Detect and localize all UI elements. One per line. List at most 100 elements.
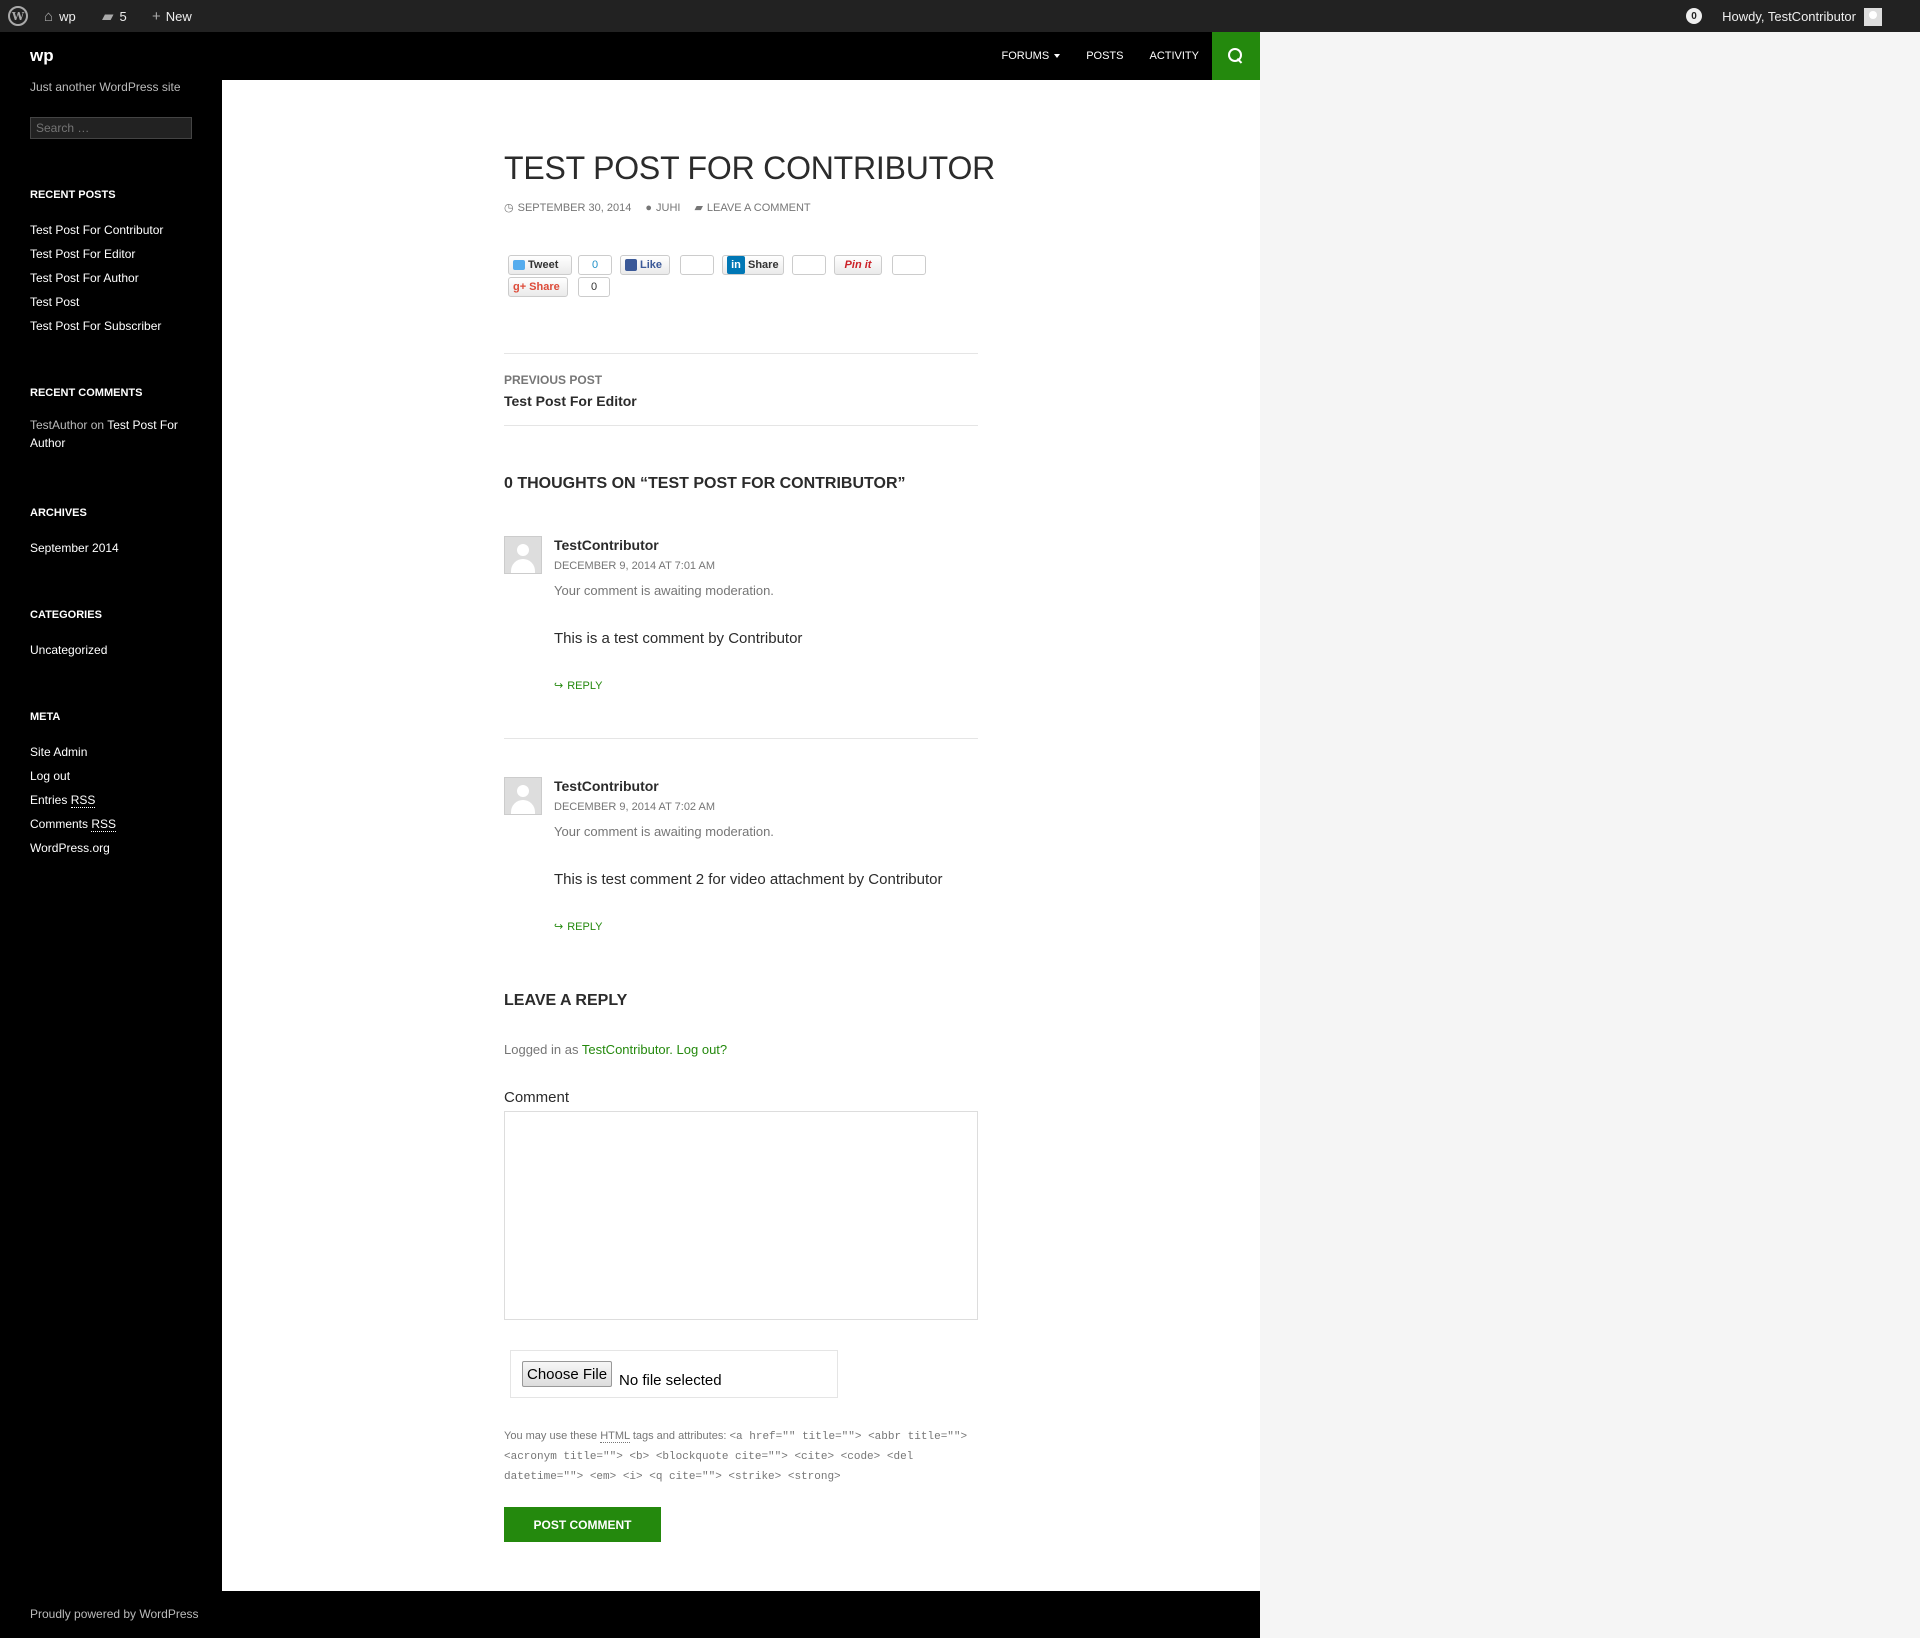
previous-post-link[interactable]: Test Post For Editor: [504, 393, 637, 409]
admin-bar-new-label: New: [165, 8, 192, 24]
linkedin-icon: in: [727, 256, 745, 274]
nav-posts-label: POSTS: [1086, 50, 1124, 62]
recent-comments-widget: RECENT COMMENTS TestAuthor on Test Post …: [30, 387, 200, 452]
file-status: No file selected: [619, 1372, 722, 1389]
tweet-label: Tweet: [528, 259, 559, 271]
notification-badge[interactable]: 0: [1686, 8, 1703, 24]
rss-abbr: RSS: [91, 817, 117, 832]
comment-icon: ▰: [694, 202, 703, 214]
post-navigation: PREVIOUS POST Test Post For Editor: [504, 353, 978, 426]
post-author[interactable]: ● JUHI: [645, 201, 680, 214]
entries-rss-label: Entries: [30, 793, 68, 807]
choose-file-button[interactable]: Choose File: [522, 1361, 613, 1387]
google-plus-share-button[interactable]: g+ Share: [508, 277, 568, 297]
moderation-notice: Your comment is awaiting moderation.: [554, 824, 774, 839]
admin-bar-account[interactable]: 0 Howdy, TestContributor: [1686, 0, 1880, 32]
linkedin-share-button[interactable]: in Share: [722, 255, 784, 275]
google-plus-icon: g+: [513, 281, 527, 293]
comment-author: TestContributor: [554, 537, 659, 553]
nav-activity-label: ACTIVITY: [1149, 50, 1199, 62]
moderation-notice: Your comment is awaiting moderation.: [554, 583, 774, 598]
search-toggle-button[interactable]: [1212, 32, 1260, 80]
wordpress-logo-menu[interactable]: W: [6, 0, 30, 32]
primary-nav: FORUMS POSTS ACTIVITY: [989, 32, 1212, 80]
gplus-label: Share: [529, 281, 560, 293]
home-icon: ⌂: [44, 7, 54, 25]
rss-abbr: RSS: [70, 793, 96, 808]
log-out-link[interactable]: Log out?: [677, 1042, 728, 1057]
logged-in-prefix: Logged in as: [504, 1042, 579, 1057]
categories-title: CATEGORIES: [30, 609, 102, 621]
post-date[interactable]: ◷ SEPTEMBER 30, 2014: [504, 201, 632, 215]
leave-comment-link[interactable]: ▰ LEAVE A COMMENT: [694, 201, 810, 215]
like-label: Like: [640, 259, 663, 271]
entries-rss-link[interactable]: Entries RSS: [30, 788, 200, 812]
post-date-text: SEPTEMBER 30, 2014: [517, 201, 632, 214]
recent-comment-author: TestAuthor: [30, 418, 88, 432]
comment-bubble-icon: ▰: [102, 8, 114, 25]
recent-post-link[interactable]: Test Post For Subscriber: [30, 314, 200, 338]
admin-bar-new[interactable]: + New: [152, 0, 192, 32]
pinterest-count: [892, 255, 926, 275]
html-abbr: HTML: [600, 1430, 630, 1443]
reply-link[interactable]: ↪ REPLY: [554, 920, 602, 934]
gplus-count: 0: [578, 277, 610, 297]
pinterest-button[interactable]: Pin it: [834, 255, 882, 275]
recent-post-link[interactable]: Test Post For Author: [30, 266, 200, 290]
avatar: [504, 536, 542, 574]
nav-activity[interactable]: ACTIVITY: [1136, 50, 1212, 62]
reply-arrow-icon: ↪: [554, 921, 564, 933]
reply-label: REPLY: [567, 679, 603, 692]
log-out-link[interactable]: Log out: [30, 764, 200, 788]
site-title[interactable]: wp: [30, 46, 54, 66]
archives-widget: ARCHIVES September 2014: [30, 507, 200, 560]
post-author-text: JUHI: [656, 201, 681, 214]
admin-bar-site-name: wp: [59, 8, 76, 24]
post-comment-button[interactable]: POST COMMENT: [504, 1507, 661, 1542]
recent-post-link[interactable]: Test Post For Contributor: [30, 218, 200, 242]
nav-forums[interactable]: FORUMS: [989, 50, 1074, 62]
clock-icon: ◷: [504, 202, 514, 214]
plus-icon: +: [152, 7, 161, 25]
reply-link[interactable]: ↪ REPLY: [554, 679, 603, 693]
site-admin-link[interactable]: Site Admin: [30, 740, 200, 764]
recent-post-link[interactable]: Test Post: [30, 290, 200, 314]
recent-comments-title: RECENT COMMENTS: [30, 387, 143, 399]
main-content: TEST POST FOR CONTRIBUTOR ◷ SEPTEMBER 30,…: [222, 80, 1260, 1591]
leave-reply-title: LEAVE A REPLY: [504, 992, 628, 1009]
admin-bar-comments[interactable]: ▰ 5: [102, 0, 127, 32]
avatar: [504, 777, 542, 815]
file-upload-field: Choose File No file selected: [510, 1350, 838, 1398]
footer-credit-link[interactable]: Proudly powered by WordPress: [30, 1607, 199, 1621]
pinit-label: Pin it: [844, 259, 872, 271]
comment-date-link[interactable]: DECEMBER 9, 2014 AT 7:01 AM: [554, 560, 715, 572]
recent-comment-item: TestAuthor on Test Post For Author: [30, 416, 200, 452]
admin-bar-comments-count: 5: [119, 8, 127, 24]
sidebar-search-input[interactable]: [30, 117, 192, 139]
previous-post-label: PREVIOUS POST: [504, 373, 603, 387]
archive-link[interactable]: September 2014: [30, 536, 200, 560]
tweet-button[interactable]: Tweet: [508, 255, 572, 275]
nav-posts[interactable]: POSTS: [1073, 50, 1136, 62]
comments-rss-label: Comments: [30, 817, 89, 831]
comments-rss-link[interactable]: Comments RSS: [30, 812, 200, 836]
logged-in-user-link[interactable]: TestContributor: [582, 1042, 669, 1057]
admin-bar-site-link[interactable]: ⌂ wp: [44, 0, 76, 32]
wordpress-org-link[interactable]: WordPress.org: [30, 836, 200, 860]
facebook-like-button[interactable]: Like: [620, 255, 670, 275]
twitter-icon: [513, 260, 525, 270]
nav-forums-label: FORUMS: [1001, 50, 1050, 62]
category-link[interactable]: Uncategorized: [30, 638, 200, 662]
comment-text: This is test comment 2 for video attachm…: [554, 871, 943, 888]
comment-date-link[interactable]: DECEMBER 9, 2014 AT 7:02 AM: [554, 801, 715, 813]
reply-arrow-icon: ↪: [554, 680, 564, 692]
linkedin-label: Share: [748, 259, 779, 271]
comments-title: 0 THOUGHTS ON “TEST POST FOR CONTRIBUTOR…: [504, 475, 906, 492]
archives-title: ARCHIVES: [30, 507, 87, 519]
user-avatar-icon[interactable]: [1864, 8, 1882, 26]
comment-divider: [504, 738, 978, 739]
recent-post-link[interactable]: Test Post For Editor: [30, 242, 200, 266]
comment-textarea[interactable]: [504, 1111, 978, 1320]
thumbs-up-icon: [625, 259, 637, 271]
site-tagline: Just another WordPress site: [30, 80, 181, 94]
